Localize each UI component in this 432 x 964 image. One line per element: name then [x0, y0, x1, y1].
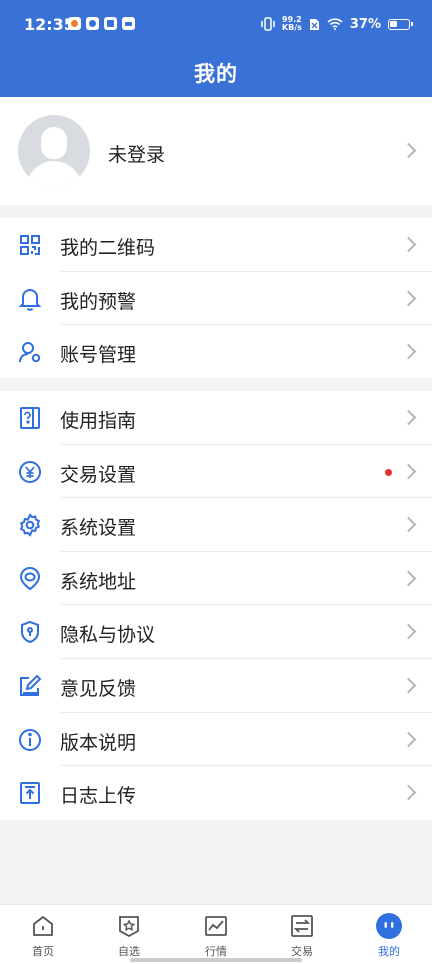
chevron-right-icon	[400, 463, 417, 479]
yen-icon	[18, 460, 42, 484]
weibo-notification-icon	[68, 17, 81, 30]
menu-item-label: 日志上传	[60, 785, 137, 808]
message-notification-icon	[122, 17, 135, 30]
location-icon	[18, 566, 42, 591]
chevron-right-icon	[400, 409, 417, 426]
menu-item-label: 使用指南	[60, 410, 137, 432]
qrcode-icon	[18, 233, 42, 257]
exchange-icon	[289, 913, 315, 939]
notification-badge	[385, 468, 392, 476]
menu-item-label: 意见反馈	[60, 677, 137, 700]
net-speed: 99.2 KB/s	[282, 16, 302, 32]
chevron-right-icon	[400, 290, 417, 306]
tab-label: 行情	[205, 945, 227, 958]
status-right: 99.2 KB/s 37%	[261, 16, 413, 32]
menu-item-alerts[interactable]: 我的预警	[0, 272, 432, 326]
home-icon	[30, 913, 56, 939]
profile-login-row[interactable]: 未登录	[0, 97, 432, 205]
chevron-right-icon	[400, 624, 417, 640]
chevron-right-icon	[400, 142, 417, 159]
menu-item-label: 我的预警	[60, 290, 137, 313]
tab-label: 交易	[291, 945, 313, 958]
menu-item-feedback[interactable]: 意见反馈	[0, 659, 432, 713]
header-bar: 12:35 99.2 KB/s 37% 我的	[0, 0, 432, 97]
upload-icon	[18, 781, 42, 805]
tab-profile[interactable]: 我的	[359, 913, 419, 959]
menu-item-system-address[interactable]: 系统地址	[0, 552, 432, 606]
chevron-right-icon	[400, 570, 417, 587]
page-title: 我的	[194, 62, 238, 86]
guide-icon	[18, 406, 42, 430]
menu-item-label: 隐私与协议	[60, 624, 156, 647]
tab-market[interactable]: 行情	[186, 913, 246, 959]
menu-group-account: 我的二维码 我的预警 账号管理	[0, 218, 432, 378]
chevron-right-icon	[400, 236, 417, 253]
menu-item-system-settings[interactable]: 系统设置	[0, 498, 432, 552]
menu-item-label: 版本说明	[60, 731, 137, 754]
avatar	[18, 115, 90, 187]
chart-icon	[203, 913, 229, 939]
menu-item-label: 系统地址	[60, 570, 137, 593]
bell-icon	[18, 287, 42, 311]
user-settings-icon	[18, 340, 42, 364]
chevron-right-icon	[400, 677, 417, 694]
star-icon	[116, 913, 142, 939]
battery-icon	[388, 18, 413, 30]
tab-label: 自选	[118, 945, 140, 958]
menu-item-label: 交易设置	[60, 463, 137, 486]
shield-icon	[18, 620, 42, 644]
menu-item-privacy[interactable]: 隐私与协议	[0, 605, 432, 659]
menu-item-label: 我的二维码	[60, 237, 156, 259]
menu-item-qrcode[interactable]: 我的二维码	[0, 218, 432, 272]
menu-item-trade-settings[interactable]: 交易设置	[0, 445, 432, 499]
menu-group-settings: 使用指南 交易设置 系统设置 系统地址 隐私与协议 意见反馈 版本说明 日志上传	[0, 391, 432, 820]
status-bar: 12:35 99.2 KB/s 37%	[0, 0, 432, 50]
vibrate-icon	[261, 17, 275, 31]
tab-label: 我的	[378, 945, 400, 958]
tab-label: 首页	[32, 945, 54, 958]
tab-watchlist[interactable]: 自选	[99, 913, 159, 959]
edit-icon	[18, 674, 42, 698]
app-notification-icon	[104, 17, 117, 30]
gear-icon	[18, 513, 42, 537]
net-speed-unit: KB/s	[281, 23, 302, 32]
tab-trade[interactable]: 交易	[272, 913, 332, 959]
menu-item-account-management[interactable]: 账号管理	[0, 325, 432, 379]
menu-item-guide[interactable]: 使用指南	[0, 391, 432, 445]
home-indicator[interactable]	[130, 958, 302, 962]
bottom-tab-bar: 首页 自选 行情 交易 我的	[0, 904, 432, 964]
notification-icons	[68, 17, 135, 30]
menu-item-label: 账号管理	[60, 344, 137, 367]
menu-item-version[interactable]: 版本说明	[0, 713, 432, 767]
menu-item-log-upload[interactable]: 日志上传	[0, 766, 432, 820]
wifi-icon	[327, 18, 343, 30]
sim-off-icon	[309, 18, 319, 30]
profile-icon	[376, 913, 402, 939]
menu-item-label: 系统设置	[60, 517, 137, 540]
chevron-right-icon	[400, 516, 417, 533]
chevron-right-icon	[400, 731, 417, 747]
app-notification-icon	[86, 17, 99, 30]
chevron-right-icon	[400, 343, 417, 360]
battery-percent: 37%	[349, 16, 381, 32]
login-status-label: 未登录	[108, 144, 166, 166]
chevron-right-icon	[400, 784, 417, 801]
info-icon	[18, 728, 42, 752]
tab-home[interactable]: 首页	[13, 913, 73, 959]
